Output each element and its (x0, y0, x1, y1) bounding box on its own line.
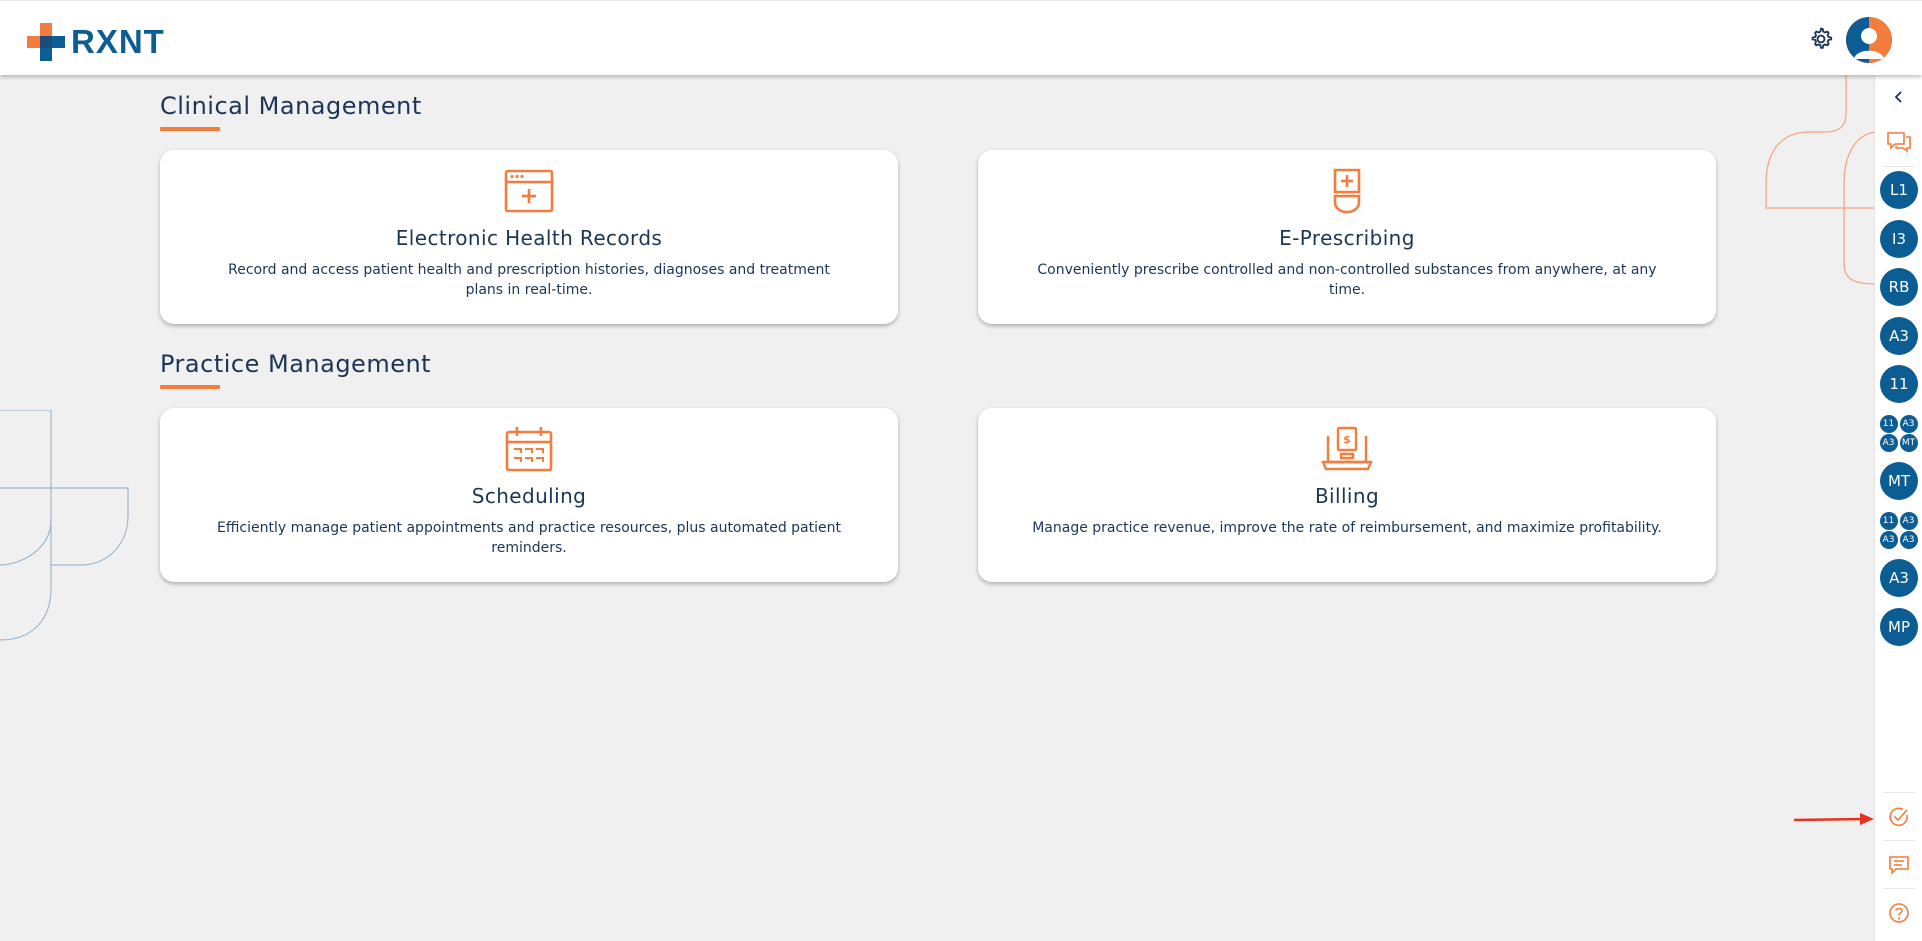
help-button[interactable] (1875, 896, 1922, 930)
decorative-cross-outline (0, 410, 129, 641)
card-description: Manage practice revenue, improve the rat… (1032, 520, 1662, 536)
logo-text: RXNT (71, 23, 165, 60)
check-circle-icon (1889, 807, 1908, 827)
card-description: Conveniently prescribe controlled and no… (1037, 262, 1657, 298)
user-chip[interactable]: A3 (1875, 316, 1922, 356)
mini-chip: 11 (1879, 511, 1898, 530)
card-title: Billing (1314, 484, 1380, 508)
user-chip[interactable]: MT (1875, 461, 1922, 501)
mini-chip: 11 (1879, 414, 1898, 433)
top-header: RXNT (0, 0, 1922, 75)
user-chip[interactable]: I3 (1875, 219, 1922, 259)
logo-cross-icon (27, 23, 65, 61)
chevron-left-icon (1894, 91, 1902, 103)
user-chip-label: MT (1880, 462, 1918, 500)
mini-chip: A3 (1899, 414, 1918, 433)
section-title-practice: Practice Management (160, 350, 432, 378)
card-description: Efficiently manage patient appointments … (217, 520, 841, 556)
mini-chip: A3 (1899, 511, 1918, 530)
user-avatar[interactable] (1846, 17, 1892, 63)
prescription-icon (1333, 168, 1361, 214)
chat-button[interactable] (1875, 128, 1922, 156)
gear-icon[interactable] (1808, 26, 1834, 52)
group-chip-grid: 11 A3 A3 A3 (1879, 511, 1919, 549)
card-title: E-Prescribing (1279, 226, 1415, 250)
user-chip-label: MP (1880, 608, 1918, 646)
card-title: Electronic Health Records (395, 226, 663, 250)
messages-button[interactable] (1875, 848, 1922, 882)
user-chip[interactable]: A3 (1875, 558, 1922, 598)
sidebar-divider (1883, 166, 1915, 167)
card-scheduling[interactable]: Scheduling Efficiently manage patient ap… (160, 408, 898, 582)
user-chip-label: L1 (1880, 171, 1918, 209)
health-record-icon (504, 169, 554, 213)
sidebar-divider (1883, 840, 1915, 841)
group-chip[interactable]: 11 A3 A3 MT (1875, 413, 1922, 453)
user-chip[interactable]: MP (1875, 607, 1922, 647)
user-chip-label: 11 (1880, 365, 1918, 403)
mini-chip: A3 (1899, 530, 1918, 549)
card-electronic-health-records[interactable]: Electronic Health Records Record and acc… (160, 150, 898, 324)
sidebar-divider (1883, 792, 1915, 793)
collapse-button[interactable] (1875, 84, 1922, 110)
group-chip[interactable]: 11 A3 A3 A3 (1875, 510, 1922, 550)
user-chip-label: RB (1880, 268, 1918, 306)
rxnt-logo[interactable]: RXNT (27, 23, 165, 61)
mini-chip: A3 (1879, 433, 1898, 452)
mini-chip: A3 (1879, 530, 1898, 549)
user-chip[interactable]: RB (1875, 267, 1922, 307)
user-chip-label: A3 (1880, 559, 1918, 597)
group-chip-grid: 11 A3 A3 MT (1879, 414, 1919, 452)
card-description: Record and access patient health and pre… (228, 262, 830, 298)
calendar-icon (505, 427, 553, 472)
annotation-arrow-icon (1794, 813, 1874, 825)
message-icon (1889, 856, 1909, 875)
chat-bubbles-icon (1887, 132, 1911, 153)
card-title: Scheduling (471, 484, 587, 508)
user-chip[interactable]: 11 (1875, 364, 1922, 404)
tasks-button[interactable] (1875, 800, 1922, 834)
user-chip-label: I3 (1880, 220, 1918, 258)
card-e-prescribing[interactable]: E-Prescribing Conveniently prescribe con… (978, 150, 1716, 324)
svg-text:$: $ (1343, 433, 1351, 446)
sidebar-divider (1883, 888, 1915, 889)
section-underline (160, 127, 220, 131)
user-chip[interactable]: L1 (1875, 170, 1922, 210)
right-sidebar: L1 I3 RB A3 11 11 A3 A3 MT MT 11 A3 A3 A… (1874, 74, 1922, 941)
section-underline (160, 385, 220, 389)
help-circle-icon (1889, 903, 1909, 923)
billing-laptop-icon: $ (1321, 426, 1373, 471)
decorative-orange-outline (1765, 74, 1876, 285)
card-billing[interactable]: $ Billing Manage practice revenue, impro… (978, 408, 1716, 582)
section-title-clinical: Clinical Management (160, 92, 422, 120)
mini-chip: MT (1899, 433, 1918, 452)
user-chip-label: A3 (1880, 317, 1918, 355)
